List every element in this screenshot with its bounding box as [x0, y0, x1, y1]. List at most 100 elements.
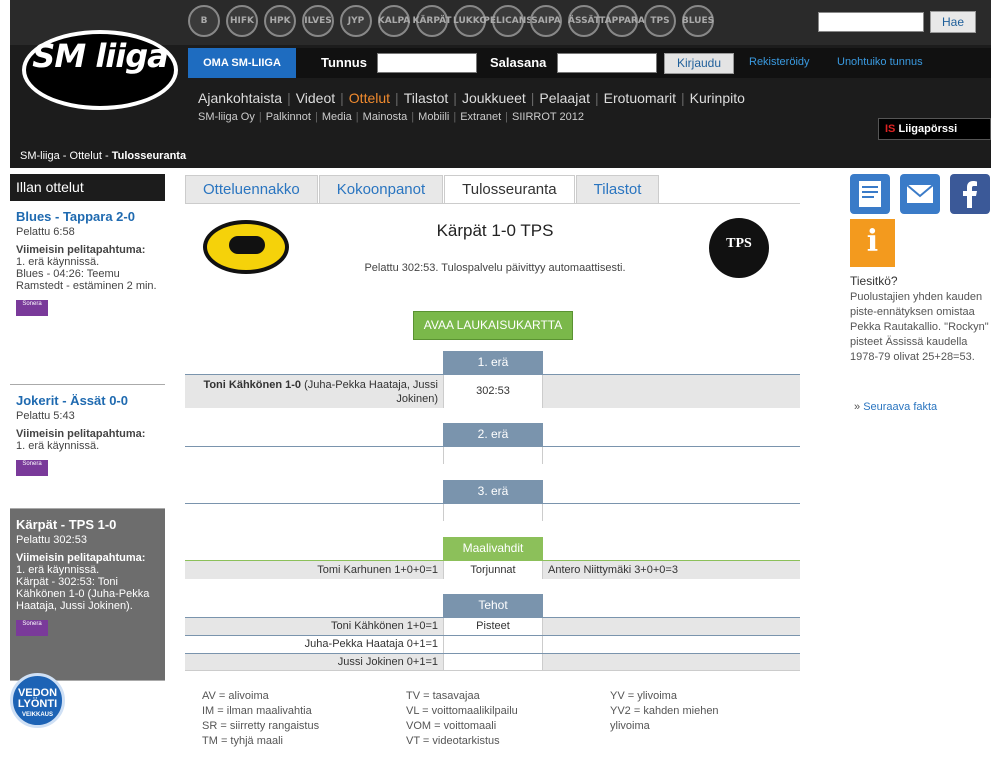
- game-card[interactable]: Blues - Tappara 2-0 Pelattu 6:58 Viimeis…: [10, 201, 165, 385]
- liigaporssi-label: Liigapörssi: [898, 123, 958, 135]
- tab-otteluennakko[interactable]: Otteluennakko: [185, 175, 318, 204]
- team-logo-icon[interactable]: ILVES: [302, 5, 334, 37]
- sonera-logo[interactable]: Sonera: [16, 620, 48, 636]
- team-logo-icon[interactable]: KÄRPÄT: [412, 5, 452, 37]
- subnav-item-siirrot[interactable]: SIIRROT 2012: [512, 111, 584, 123]
- team-logo-icon[interactable]: KALPA: [378, 5, 410, 37]
- table-row: Juha-Pekka Haataja 0+1=1: [185, 635, 800, 653]
- nav-item-joukkueet[interactable]: Joukkueet: [462, 90, 526, 106]
- breadcrumb-ottelut[interactable]: Ottelut: [70, 150, 102, 162]
- breadcrumb-separator: -: [101, 150, 112, 162]
- period-header: 1. erä: [443, 351, 543, 374]
- site-header: SM liiga B HIFK HPK ILVES JYP KALPA KÄRP…: [10, 0, 991, 145]
- legend-item: VOM = voittomaali: [406, 720, 497, 732]
- table-row: [185, 446, 800, 464]
- legend-item: SR = siirretty rangaistus: [202, 720, 320, 732]
- game-played: Pelattu 302:53: [16, 534, 87, 546]
- is-logo: IS: [885, 123, 896, 135]
- legend-item: IM = ilman maalivahtia: [202, 705, 312, 717]
- search-button[interactable]: Hae: [930, 11, 976, 33]
- tabs-divider: [185, 203, 800, 204]
- karpat-logo: [203, 220, 289, 274]
- next-fact-link[interactable]: » Seuraava fakta: [854, 401, 937, 413]
- register-link[interactable]: Rekisteröidy: [749, 56, 810, 68]
- team-logo-icon[interactable]: SAIPA: [530, 5, 562, 37]
- period-header: 2. erä: [443, 423, 543, 446]
- subnav-item-sm-liiga-oy[interactable]: SM-liiga Oy: [198, 111, 255, 123]
- tonights-games-sidebar: Illan ottelut Blues - Tappara 2-0 Pelatt…: [10, 174, 165, 681]
- team-logo-icon[interactable]: PELICANS: [483, 5, 533, 37]
- sonera-logo[interactable]: Sonera: [16, 460, 48, 476]
- team-logo-icon[interactable]: JYP: [340, 5, 372, 37]
- game-title[interactable]: Kärpät - TPS 1-0: [16, 517, 159, 532]
- password-label: Salasana: [490, 55, 547, 70]
- team-logo-icon[interactable]: TAPPARA: [599, 5, 645, 37]
- table-row: Tomi Karhunen 1+0+0=1 Torjunnat Antero N…: [185, 560, 800, 579]
- game-card[interactable]: Jokerit - Ässät 0-0 Pelattu 5:43 Viimeis…: [10, 385, 165, 509]
- nav-item-pelaajat[interactable]: Pelaajat: [539, 90, 590, 106]
- nav-item-videot[interactable]: Videot: [296, 90, 335, 106]
- username-field[interactable]: [377, 53, 477, 73]
- nav-item-erotuomarit[interactable]: Erotuomarit: [604, 90, 676, 106]
- login-button[interactable]: Kirjaudu: [664, 53, 734, 74]
- sm-liiga-logo[interactable]: SM liiga: [22, 30, 178, 110]
- sonera-logo[interactable]: Sonera: [16, 300, 48, 316]
- legend-item: YV = ylivoima: [610, 690, 677, 702]
- subnav-item-mobiili[interactable]: Mobiili: [418, 111, 449, 123]
- saves-label: Torjunnat: [443, 561, 543, 579]
- team-logo-icon[interactable]: BLUES: [682, 5, 714, 37]
- subnav-item-extranet[interactable]: Extranet: [460, 111, 501, 123]
- team-logo-icon[interactable]: ÄSSÄT: [568, 5, 600, 37]
- team-logo-icon[interactable]: B: [188, 5, 220, 37]
- vedon-text: VEIKKAUS: [21, 712, 53, 718]
- breadcrumb: SM-liiga - Ottelut - Tulosseuranta: [10, 145, 991, 168]
- event-line: Blues - 04:26: Teemu Ramstedt - estämine…: [16, 268, 157, 292]
- nav-item-ottelut[interactable]: Ottelut: [349, 90, 390, 106]
- event-line: Kärpät - 302:53: Toni Kähkönen 1-0 (Juha…: [16, 576, 150, 612]
- email-icon[interactable]: [900, 174, 940, 214]
- karpat-cat-icon: [229, 236, 265, 254]
- points-player: Jussi Jokinen 0+1=1: [337, 656, 438, 668]
- team-logo-icon[interactable]: LUKKO: [453, 5, 487, 37]
- tab-kokoonpanot[interactable]: Kokoonpanot: [318, 175, 444, 204]
- subnav-item-palkinnot[interactable]: Palkinnot: [266, 111, 311, 123]
- login-bar: OMA SM-LIIGA Tunnus Salasana Kirjaudu Re…: [188, 48, 991, 78]
- legend-item: YV2 = kahden miehen ylivoima: [610, 705, 719, 732]
- vedonlyonti-logo[interactable]: VEDON LYÖNTI VEIKKAUS: [10, 673, 65, 728]
- match-tabs: Otteluennakko Kokoonpanot Tulosseuranta …: [185, 175, 660, 204]
- username-label: Tunnus: [321, 55, 367, 70]
- subnav-item-mainosta[interactable]: Mainosta: [363, 111, 408, 123]
- legend-item: VL = voittomaalikilpailu: [406, 705, 518, 717]
- tab-tulosseuranta[interactable]: Tulosseuranta: [444, 175, 575, 204]
- team-logo-icon[interactable]: HPK: [264, 5, 296, 37]
- fact-title: Tiesitkö?: [850, 274, 898, 288]
- main-nav: Ajankohtaista | Videot | Ottelut | Tilastot…: [198, 90, 745, 106]
- password-field[interactable]: [557, 53, 657, 73]
- liigaporssi-link[interactable]: IS Liigapörssi: [878, 118, 991, 140]
- sub-nav: SM-liiga Oy | Palkinnot | Media | Mainosta |…: [198, 111, 584, 123]
- tab-tilastot[interactable]: Tilastot: [575, 175, 660, 204]
- game-title[interactable]: Jokerit - Ässät 0-0: [16, 393, 159, 408]
- game-played: Pelattu 5:43: [16, 410, 75, 422]
- facebook-icon[interactable]: [950, 174, 990, 214]
- subnav-item-media[interactable]: Media: [322, 111, 352, 123]
- search-input[interactable]: [818, 12, 924, 32]
- team-logo-icon[interactable]: HIFK: [226, 5, 258, 37]
- nav-item-tilastot[interactable]: Tilastot: [404, 90, 449, 106]
- event-label: Viimeisin pelitapahtuma:: [16, 244, 146, 256]
- period-header: 3. erä: [443, 480, 543, 503]
- legend-item: TV = tasavajaa: [406, 690, 480, 702]
- game-title[interactable]: Blues - Tappara 2-0: [16, 209, 159, 224]
- nav-item-kurinpito[interactable]: Kurinpito: [690, 90, 745, 106]
- game-card-active[interactable]: Kärpät - TPS 1-0 Pelattu 302:53 Viimeisi…: [10, 509, 165, 681]
- match-title: Kärpät 1-0 TPS: [436, 221, 554, 240]
- legend-column: AV = alivoima IM = ilman maalivahtia SR …: [202, 689, 319, 749]
- breadcrumb-sm-liiga[interactable]: SM-liiga: [20, 150, 60, 162]
- document-icon[interactable]: [850, 174, 890, 214]
- forgot-username-link[interactable]: Unohtuiko tunnus: [837, 56, 923, 68]
- nav-item-ajankohtaista[interactable]: Ajankohtaista: [198, 90, 282, 106]
- team-logo-icon[interactable]: TPS: [644, 5, 676, 37]
- oma-sm-liiga-tab[interactable]: OMA SM-LIIGA: [188, 48, 296, 78]
- legend-item: AV = alivoima: [202, 690, 269, 702]
- open-shotmap-button[interactable]: AVAA LAUKAISUKARTTA: [413, 311, 573, 340]
